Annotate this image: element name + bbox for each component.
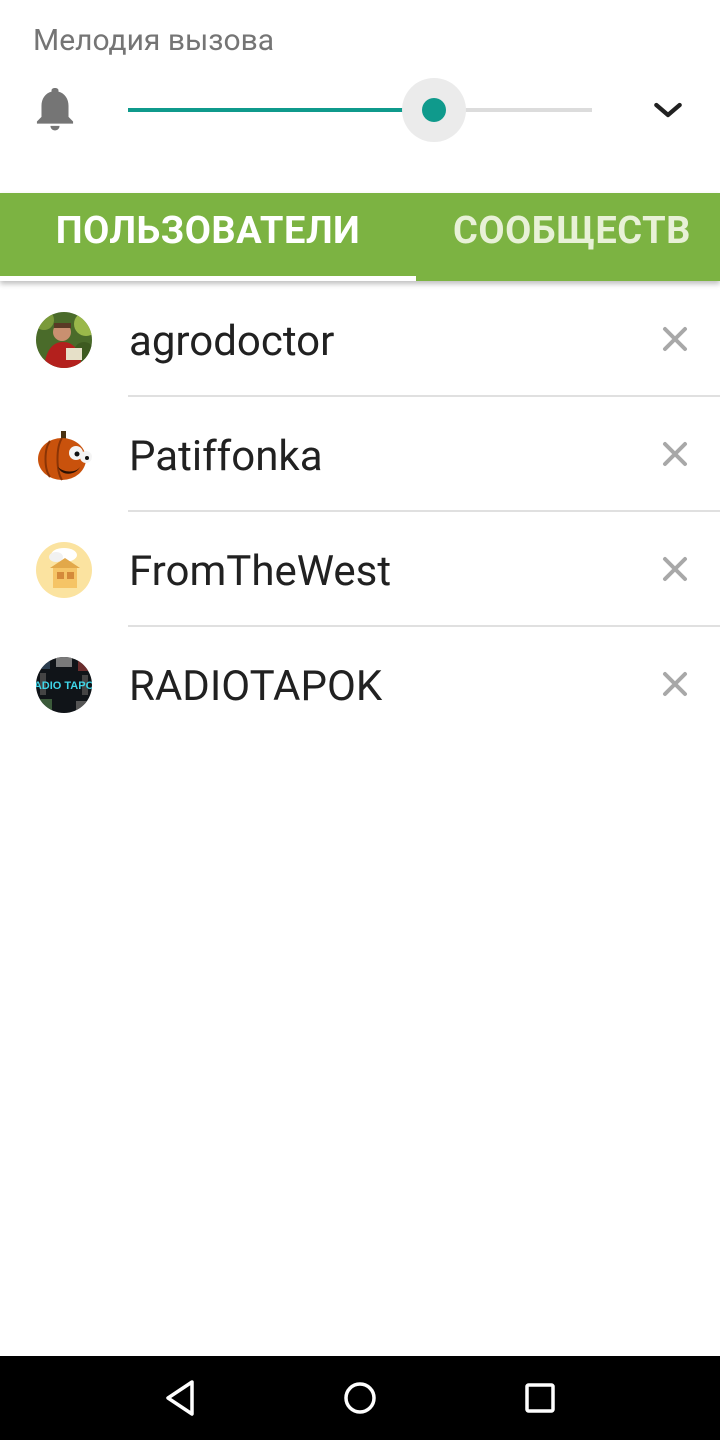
recents-icon[interactable] — [518, 1376, 562, 1420]
list-item[interactable]: RADIO TAPOK RADIOTAPOK — [0, 627, 720, 742]
close-icon[interactable] — [660, 669, 690, 699]
tab-communities[interactable]: СООБЩЕСТВ — [453, 193, 691, 277]
home-icon[interactable] — [338, 1376, 382, 1420]
volume-title: Мелодия вызова — [33, 23, 275, 58]
tab-bar: ПОЛЬЗОВАТЕЛИ СООБЩЕСТВ — [0, 193, 720, 281]
user-name: FromTheWest — [129, 547, 392, 596]
navigation-bar — [0, 1356, 720, 1440]
chevron-down-icon[interactable] — [648, 90, 688, 130]
bell-icon — [36, 88, 74, 131]
ringtone-volume-panel: Мелодия вызова — [0, 0, 720, 193]
close-icon[interactable] — [660, 554, 690, 584]
avatar — [36, 542, 92, 598]
avatar — [36, 427, 92, 483]
users-list: agrodoctor Patiffonka FromTheWest ADIO T… — [0, 282, 720, 742]
user-name: Patiffonka — [129, 432, 323, 481]
list-item[interactable]: Patiffonka — [0, 397, 720, 512]
user-name: RADIOTAPOK — [129, 662, 383, 711]
tab-users[interactable]: ПОЛЬЗОВАТЕЛИ — [0, 193, 416, 277]
back-icon[interactable] — [158, 1376, 202, 1420]
slider-thumb[interactable] — [422, 98, 446, 122]
close-icon[interactable] — [660, 324, 690, 354]
user-name: agrodoctor — [129, 317, 335, 366]
tab-indicator — [0, 276, 416, 281]
avatar — [36, 312, 92, 368]
close-icon[interactable] — [660, 439, 690, 469]
radiotapok-logo-text: RADIO TAPOK — [36, 680, 92, 692]
avatar: RADIO TAPOK — [36, 657, 92, 713]
slider-fill — [128, 108, 434, 112]
list-item[interactable]: agrodoctor — [0, 282, 720, 397]
list-item[interactable]: FromTheWest — [0, 512, 720, 627]
volume-slider[interactable] — [128, 78, 592, 142]
